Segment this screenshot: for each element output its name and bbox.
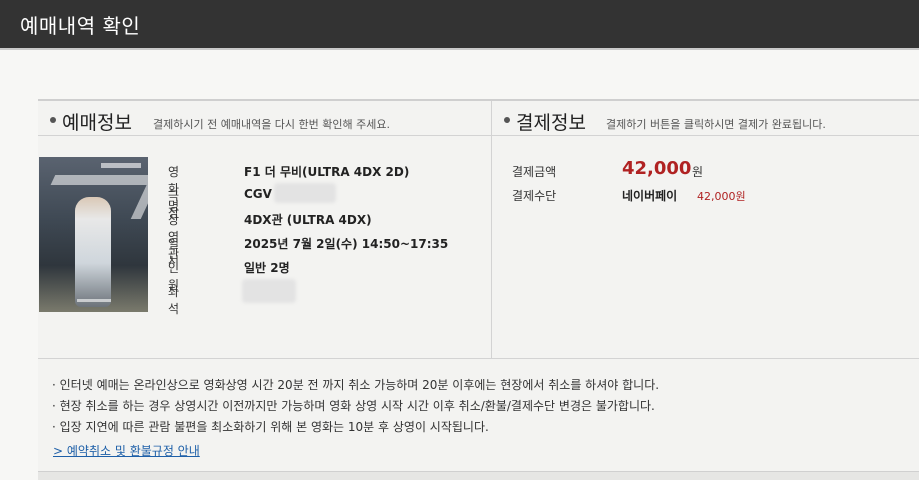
payment-method-amount: 42,000원 bbox=[697, 190, 746, 203]
seat-label: 좌석 bbox=[168, 285, 180, 316]
payment-section-header: 결제정보 결제하기 버튼을 클릭하시면 결제가 완료됩니다. bbox=[492, 101, 919, 136]
payment-amount-label: 결제금액 bbox=[512, 165, 557, 179]
panel-bottom-strip bbox=[38, 471, 919, 480]
notice-item: · 현장 취소를 하는 경우 상영시간 이전까지만 가능하며 영화 상영 시작 … bbox=[52, 399, 655, 413]
reservation-description: 결제하시기 전 예매내역을 다시 한번 확인해 주세요. bbox=[153, 118, 390, 131]
screen-value: 4DX관 (ULTRA 4DX) bbox=[244, 213, 372, 227]
reservation-panel: 예매정보 결제하시기 전 예매내역을 다시 한번 확인해 주세요. 결제정보 결… bbox=[38, 99, 919, 480]
payment-amount-value: 42,000 bbox=[622, 158, 692, 179]
reservation-section-header: 예매정보 결제하시기 전 예매내역을 다시 한번 확인해 주세요. bbox=[38, 101, 491, 136]
column-divider bbox=[491, 101, 492, 358]
payment-description: 결제하기 버튼을 클릭하시면 결제가 완료됩니다. bbox=[606, 118, 826, 131]
payment-heading: 결제정보 bbox=[516, 112, 586, 134]
seat-redacted bbox=[242, 279, 296, 303]
payment-method-label: 결제수단 bbox=[512, 189, 557, 203]
movie-poster bbox=[39, 157, 148, 312]
reservation-heading: 예매정보 bbox=[62, 112, 132, 134]
datetime-value: 2025년 7월 2일(수) 14:50~17:35 bbox=[244, 237, 449, 251]
notice-item: · 인터넷 예매는 온라인상으로 영화상영 시간 20분 전 까지 취소 가능하… bbox=[52, 378, 660, 392]
payment-amount-unit: 원 bbox=[692, 165, 704, 179]
bullet-icon bbox=[504, 117, 510, 123]
payment-method-value: 네이버페이 bbox=[622, 189, 678, 203]
theater-value: CGV bbox=[244, 187, 272, 201]
top-header-bar: 예매내역 확인 bbox=[0, 0, 919, 50]
movie-value: F1 더 무비(ULTRA 4DX 2D) bbox=[244, 165, 410, 179]
notice-item: · 입장 지연에 따른 관람 불편을 최소화하기 위해 본 영화는 10분 후 … bbox=[52, 420, 489, 434]
theater-name-redacted bbox=[274, 183, 336, 203]
refund-policy-link[interactable]: > 예약취소 및 환불규정 안내 bbox=[53, 442, 200, 459]
people-value: 일반 2명 bbox=[244, 261, 290, 275]
section-divider bbox=[38, 358, 919, 359]
page-title: 예매내역 확인 bbox=[20, 14, 141, 38]
bullet-icon bbox=[50, 117, 56, 123]
